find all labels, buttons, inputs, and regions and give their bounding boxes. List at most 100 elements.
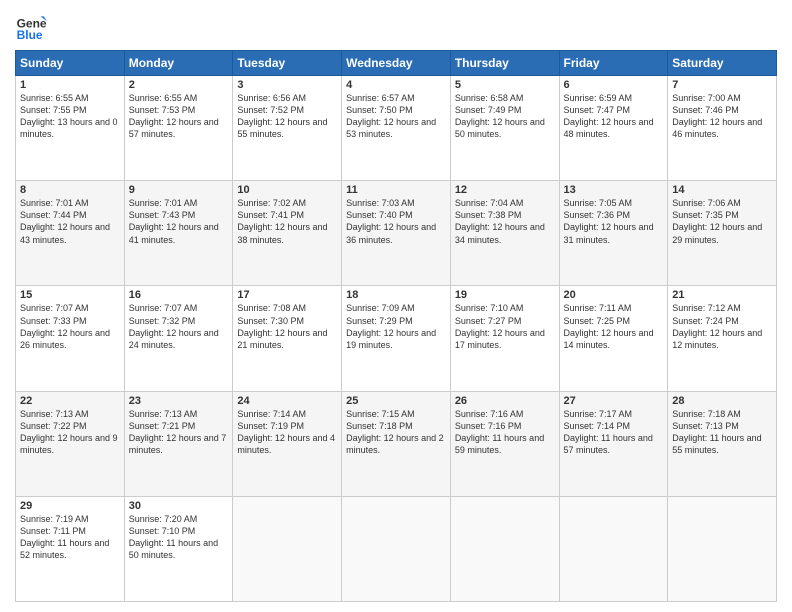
calendar-header-row: SundayMondayTuesdayWednesdayThursdayFrid… [16,51,777,76]
cell-info: Sunrise: 7:12 AMSunset: 7:24 PMDaylight:… [672,303,762,349]
logo-icon: General Blue [15,10,47,42]
cell-info: Sunrise: 6:59 AMSunset: 7:47 PMDaylight:… [564,93,654,139]
calendar-header-cell: Monday [124,51,233,76]
cell-info: Sunrise: 7:00 AMSunset: 7:46 PMDaylight:… [672,93,762,139]
calendar-header-cell: Friday [559,51,668,76]
day-number: 8 [20,184,120,196]
cell-info: Sunrise: 7:07 AMSunset: 7:32 PMDaylight:… [129,303,219,349]
cell-info: Sunrise: 7:13 AMSunset: 7:22 PMDaylight:… [20,409,118,455]
calendar-cell: 16Sunrise: 7:07 AMSunset: 7:32 PMDayligh… [124,286,233,391]
calendar-cell [233,496,342,601]
calendar-cell: 27 Sunrise: 7:17 AMSunset: 7:14 PMDayligh… [559,391,668,496]
day-number: 18 [346,289,446,301]
day-number: 4 [346,79,446,91]
day-number: 24 [237,395,337,407]
calendar-cell: 13 Sunrise: 7:05 AMSunset: 7:36 PMDayligh… [559,181,668,286]
calendar-cell: 14 Sunrise: 7:06 AMSunset: 7:35 PMDayligh… [668,181,777,286]
calendar-cell: 22 Sunrise: 7:13 AMSunset: 7:22 PMDayligh… [16,391,125,496]
day-number: 3 [237,79,337,91]
calendar-cell: 10 Sunrise: 7:02 AMSunset: 7:41 PMDayligh… [233,181,342,286]
calendar-header-cell: Sunday [16,51,125,76]
calendar-header-cell: Thursday [450,51,559,76]
cell-info: Sunrise: 7:09 AMSunset: 7:29 PMDaylight:… [346,303,436,349]
calendar-cell [450,496,559,601]
cell-info: Sunrise: 6:58 AMSunset: 7:49 PMDaylight:… [455,93,545,139]
calendar-week-row: 8 Sunrise: 7:01 AMSunset: 7:44 PMDaylight… [16,181,777,286]
calendar-header-cell: Tuesday [233,51,342,76]
calendar-header-cell: Wednesday [342,51,451,76]
cell-info: Sunrise: 7:04 AMSunset: 7:38 PMDaylight:… [455,198,545,244]
cell-info: Sunrise: 7:15 AMSunset: 7:18 PMDaylight:… [346,409,444,455]
cell-info: Sunrise: 6:57 AMSunset: 7:50 PMDaylight:… [346,93,436,139]
cell-info: Sunrise: 7:02 AMSunset: 7:41 PMDaylight:… [237,198,327,244]
day-number: 19 [455,289,555,301]
calendar-cell: 11 Sunrise: 7:03 AMSunset: 7:40 PMDayligh… [342,181,451,286]
calendar-cell: 23 Sunrise: 7:13 AMSunset: 7:21 PMDayligh… [124,391,233,496]
calendar-cell: 20 Sunrise: 7:11 AMSunset: 7:25 PMDayligh… [559,286,668,391]
calendar-body: 1 Sunrise: 6:55 AMSunset: 7:55 PMDaylight… [16,76,777,602]
header: General Blue [15,10,777,42]
day-number: 26 [455,395,555,407]
cell-info: Sunrise: 7:01 AMSunset: 7:43 PMDaylight:… [129,198,219,244]
day-number: 10 [237,184,337,196]
day-number: 21 [672,289,772,301]
day-number: 29 [20,500,120,512]
day-number: 1 [20,79,120,91]
calendar-cell: 28Sunrise: 7:18 AMSunset: 7:13 PMDayligh… [668,391,777,496]
calendar-cell: 9 Sunrise: 7:01 AMSunset: 7:43 PMDaylight… [124,181,233,286]
calendar-cell: 25Sunrise: 7:15 AMSunset: 7:18 PMDayligh… [342,391,451,496]
cell-info: Sunrise: 7:07 AMSunset: 7:33 PMDaylight:… [20,303,110,349]
cell-info: Sunrise: 7:18 AMSunset: 7:13 PMDaylight:… [672,409,761,455]
day-number: 27 [564,395,664,407]
cell-info: Sunrise: 7:16 AMSunset: 7:16 PMDaylight:… [455,409,544,455]
day-number: 22 [20,395,120,407]
calendar-week-row: 1 Sunrise: 6:55 AMSunset: 7:55 PMDaylight… [16,76,777,181]
calendar-cell: 4 Sunrise: 6:57 AMSunset: 7:50 PMDaylight… [342,76,451,181]
day-number: 14 [672,184,772,196]
day-number: 13 [564,184,664,196]
cell-info: Sunrise: 7:13 AMSunset: 7:21 PMDaylight:… [129,409,227,455]
calendar-cell: 18 Sunrise: 7:09 AMSunset: 7:29 PMDayligh… [342,286,451,391]
calendar-cell: 3 Sunrise: 6:56 AMSunset: 7:52 PMDaylight… [233,76,342,181]
calendar-cell: 2Sunrise: 6:55 AMSunset: 7:53 PMDaylight… [124,76,233,181]
cell-info: Sunrise: 7:10 AMSunset: 7:27 PMDaylight:… [455,303,545,349]
calendar-cell: 6 Sunrise: 6:59 AMSunset: 7:47 PMDaylight… [559,76,668,181]
cell-info: Sunrise: 7:01 AMSunset: 7:44 PMDaylight:… [20,198,110,244]
calendar-cell: 29 Sunrise: 7:19 AMSunset: 7:11 PMDayligh… [16,496,125,601]
cell-info: Sunrise: 7:08 AMSunset: 7:30 PMDaylight:… [237,303,327,349]
day-number: 17 [237,289,337,301]
cell-info: Sunrise: 7:11 AMSunset: 7:25 PMDaylight:… [564,303,654,349]
day-number: 11 [346,184,446,196]
cell-info: Sunrise: 7:17 AMSunset: 7:14 PMDaylight:… [564,409,653,455]
calendar-header-cell: Saturday [668,51,777,76]
calendar-cell: 12 Sunrise: 7:04 AMSunset: 7:38 PMDayligh… [450,181,559,286]
calendar-week-row: 29 Sunrise: 7:19 AMSunset: 7:11 PMDayligh… [16,496,777,601]
day-number: 15 [20,289,120,301]
svg-text:Blue: Blue [17,28,43,42]
cell-info: Sunrise: 7:19 AMSunset: 7:11 PMDaylight:… [20,514,109,560]
calendar-cell: 26 Sunrise: 7:16 AMSunset: 7:16 PMDayligh… [450,391,559,496]
day-number: 12 [455,184,555,196]
calendar-cell [342,496,451,601]
day-number: 23 [129,395,229,407]
day-number: 6 [564,79,664,91]
cell-info: Sunrise: 6:55 AMSunset: 7:55 PMDaylight:… [20,93,118,139]
calendar-cell: 7Sunrise: 7:00 AMSunset: 7:46 PMDaylight… [668,76,777,181]
cell-info: Sunrise: 7:06 AMSunset: 7:35 PMDaylight:… [672,198,762,244]
cell-info: Sunrise: 7:05 AMSunset: 7:36 PMDaylight:… [564,198,654,244]
calendar-week-row: 22 Sunrise: 7:13 AMSunset: 7:22 PMDayligh… [16,391,777,496]
calendar-cell [559,496,668,601]
day-number: 9 [129,184,229,196]
day-number: 30 [129,500,229,512]
calendar-cell: 24Sunrise: 7:14 AMSunset: 7:19 PMDayligh… [233,391,342,496]
calendar-cell: 15 Sunrise: 7:07 AMSunset: 7:33 PMDayligh… [16,286,125,391]
cell-info: Sunrise: 7:20 AMSunset: 7:10 PMDaylight:… [129,514,218,560]
cell-info: Sunrise: 7:03 AMSunset: 7:40 PMDaylight:… [346,198,436,244]
calendar-week-row: 15 Sunrise: 7:07 AMSunset: 7:33 PMDayligh… [16,286,777,391]
day-number: 20 [564,289,664,301]
logo: General Blue [15,10,51,42]
calendar-cell [668,496,777,601]
day-number: 5 [455,79,555,91]
cell-info: Sunrise: 6:56 AMSunset: 7:52 PMDaylight:… [237,93,327,139]
calendar-cell: 8 Sunrise: 7:01 AMSunset: 7:44 PMDaylight… [16,181,125,286]
